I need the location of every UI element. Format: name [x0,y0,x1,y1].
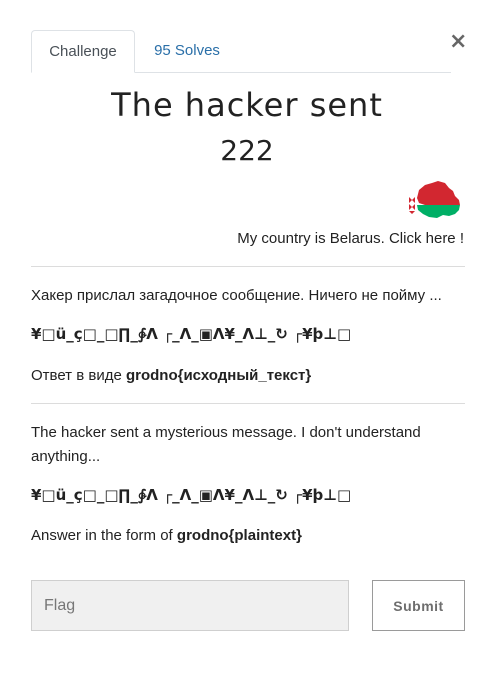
description-en-intro: The hacker sent a mysterious message. I … [31,424,421,465]
answer-format-en-value: grodno{plaintext} [176,527,302,544]
flag-input[interactable] [31,580,349,631]
divider [31,403,465,404]
description-ru-intro: Хакер прислал загадочное сообщение. Ниче… [31,287,442,304]
answer-prefix-ru: Ответ в виде [31,367,126,384]
challenge-points: 222 [220,134,274,167]
challenge-modal: Challenge 95 Solves × The hacker sent 22… [0,0,490,674]
cipher-text-ru: ¥□ü_ç□_□∏_∲Λ ┌_Λ_▣Λ¥_Λ⊥_↻ ┌¥þ⊥□ [31,325,352,343]
tab-challenge[interactable]: Challenge [31,30,135,73]
challenge-title: The hacker sent [111,86,383,124]
tab-bar: Challenge 95 Solves [31,30,451,73]
belarus-flag-map-icon[interactable] [405,180,461,220]
tab-solves[interactable]: 95 Solves [137,30,237,72]
divider [31,266,465,267]
submit-button[interactable]: Submit [372,580,465,631]
close-icon[interactable]: × [449,30,467,54]
answer-prefix-en: Answer in the form of [31,527,177,544]
answer-format-en: Answer in the form of grodno{plaintext} [31,524,465,548]
answer-format-ru-value: grodno{исходный_текст} [125,367,312,384]
answer-format-ru: Ответ в виде grodno{исходный_текст} [31,364,465,388]
country-link-text: My country is Belarus. Click here ! [237,230,464,247]
cipher-text-en: ¥□ü_ç□_□∏_∲Λ ┌_Λ_▣Λ¥_Λ⊥_↻ ┌¥þ⊥□ [31,486,352,504]
